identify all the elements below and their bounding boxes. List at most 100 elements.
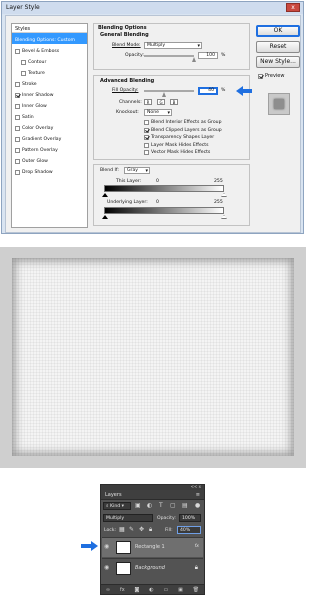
adjustment-filter-icon[interactable]: ◐: [147, 502, 152, 510]
style-item[interactable]: Color Overlay: [12, 121, 87, 132]
style-item[interactable]: Contour: [12, 55, 87, 66]
style-checkbox[interactable]: [15, 158, 20, 164]
lock-all-icon[interactable]: 🔒︎: [149, 526, 152, 534]
style-item-label: Blending Options: Custom: [15, 37, 75, 43]
channel-b-checkbox[interactable]: B: [170, 99, 178, 105]
style-item-label: Inner Glow: [22, 103, 47, 109]
style-item[interactable]: Inner Glow: [12, 99, 87, 110]
filter-kind-select[interactable]: ⌕ Kind ▾: [103, 502, 131, 510]
style-checkbox[interactable]: [15, 136, 20, 142]
panel-menu-icon[interactable]: ≡: [196, 492, 200, 498]
style-item[interactable]: Gradient Overlay: [12, 132, 87, 143]
link-layers-icon[interactable]: ∞: [106, 587, 110, 593]
add-style-fx-icon[interactable]: fx: [120, 587, 125, 593]
style-checkbox[interactable]: [21, 70, 26, 76]
layer-row-background[interactable]: ◉ Background 🔒︎: [102, 558, 203, 578]
style-item[interactable]: Inner Shadow: [12, 88, 87, 99]
close-button[interactable]: x: [286, 3, 300, 12]
style-item[interactable]: Bevel & Emboss: [12, 44, 87, 55]
shape-filter-icon[interactable]: ▢: [170, 502, 176, 510]
preview-label: Preview: [265, 73, 285, 79]
advanced-blending-title: Advanced Blending: [100, 78, 155, 84]
layer-name[interactable]: Background: [135, 565, 165, 571]
style-item[interactable]: Drop Shadow: [12, 165, 87, 176]
tab-layers[interactable]: Layers: [105, 492, 122, 498]
visibility-eye-icon[interactable]: ◉: [104, 564, 109, 571]
style-checkbox[interactable]: [21, 59, 26, 65]
advanced-option[interactable]: Transparency Shapes Layer: [144, 135, 214, 140]
style-checkbox[interactable]: [15, 125, 20, 131]
style-checkbox[interactable]: [15, 114, 20, 120]
opacity-slider[interactable]: [144, 55, 194, 57]
new-layer-icon[interactable]: ▣: [178, 587, 183, 593]
style-item[interactable]: Texture: [12, 66, 87, 77]
channel-g-checkbox[interactable]: G: [157, 99, 165, 105]
opacity-input[interactable]: 100: [198, 52, 218, 59]
layer-fill-input[interactable]: 40%: [177, 526, 201, 534]
advanced-option-checkbox[interactable]: [144, 120, 149, 125]
underlying-layer-high-handle[interactable]: [221, 215, 227, 219]
style-item-label: Texture: [28, 70, 45, 76]
lock-transparent-icon[interactable]: ▦: [119, 526, 125, 534]
style-item[interactable]: Pattern Overlay: [12, 143, 87, 154]
this-layer-high-handle[interactable]: [221, 193, 227, 197]
new-adjustment-icon[interactable]: ◐: [149, 587, 153, 593]
this-layer-low-handle[interactable]: [102, 193, 108, 197]
preview-checkbox[interactable]: [258, 73, 263, 79]
style-checkbox[interactable]: [15, 103, 20, 109]
image-filter-icon[interactable]: ▣: [135, 502, 141, 510]
advanced-option-checkbox[interactable]: [144, 135, 149, 140]
lock-position-icon[interactable]: ✥: [139, 526, 144, 534]
style-item[interactable]: Blending Options: Custom: [12, 33, 87, 44]
blend-if-select[interactable]: Gray: [124, 167, 150, 174]
delete-layer-trash-icon[interactable]: 🗑︎: [193, 587, 199, 593]
type-filter-icon[interactable]: T: [159, 502, 163, 510]
style-checkbox[interactable]: [15, 92, 20, 98]
style-item[interactable]: Stroke: [12, 77, 87, 88]
advanced-option[interactable]: Vector Mask Hides Effects: [144, 150, 210, 155]
knockout-select[interactable]: None: [144, 109, 172, 116]
visibility-eye-icon[interactable]: ◉: [104, 543, 109, 550]
layer-opacity-label: Opacity:: [157, 516, 176, 521]
fill-opacity-slider-thumb[interactable]: [162, 92, 166, 97]
blending-options-panel: Blending Options General Blending Blend …: [93, 23, 250, 70]
underlying-layer-low-handle[interactable]: [102, 215, 108, 219]
lock-image-icon[interactable]: ✎: [129, 526, 134, 534]
fill-opacity-input[interactable]: 40: [198, 87, 218, 95]
new-style-button[interactable]: New Style...: [256, 56, 300, 68]
blend-mode-select[interactable]: Multiply: [144, 42, 202, 49]
style-checkbox[interactable]: [15, 147, 20, 153]
fill-opacity-slider[interactable]: [144, 90, 194, 92]
advanced-option[interactable]: Blend Interior Effects as Group: [144, 120, 222, 125]
layer-opacity-input[interactable]: 100%: [179, 514, 201, 522]
style-checkbox[interactable]: [15, 169, 20, 175]
layer-effects-fx-icon[interactable]: fx: [195, 544, 199, 549]
style-checkbox[interactable]: [15, 48, 20, 54]
add-mask-icon[interactable]: ◙: [135, 587, 140, 593]
smart-object-filter-icon[interactable]: ▤: [182, 502, 188, 510]
advanced-option[interactable]: Blend Clipped Layers as Group: [144, 127, 222, 133]
advanced-option-checkbox[interactable]: [144, 142, 149, 148]
channel-r-checkbox[interactable]: R: [144, 99, 152, 105]
style-checkbox[interactable]: [15, 81, 20, 87]
preview-toggle[interactable]: Preview: [258, 73, 284, 79]
style-item[interactable]: Satin: [12, 110, 87, 121]
new-group-folder-icon[interactable]: ▭: [164, 587, 169, 593]
styles-header[interactable]: Styles: [12, 24, 87, 33]
underlying-layer-gradient-bar[interactable]: [104, 207, 224, 214]
advanced-option-checkbox[interactable]: [144, 150, 149, 155]
inner-shadow-rectangle[interactable]: [12, 258, 294, 456]
advanced-option-checkbox[interactable]: [144, 127, 149, 133]
layer-name[interactable]: Rectangle 1: [135, 544, 165, 550]
opacity-slider-thumb[interactable]: [192, 57, 196, 62]
advanced-option[interactable]: Layer Mask Hides Effects: [144, 142, 209, 148]
filter-toggle-icon[interactable]: ●: [195, 502, 200, 510]
style-item[interactable]: Outer Glow: [12, 154, 87, 165]
dialog-titlebar: Layer Style x: [2, 2, 303, 14]
general-blending-title: General Blending: [100, 32, 149, 38]
layer-blend-mode-select[interactable]: Multiply: [103, 514, 153, 522]
reset-button[interactable]: Reset: [256, 41, 300, 53]
this-layer-gradient-bar[interactable]: [104, 185, 224, 192]
ok-button[interactable]: OK: [256, 25, 300, 37]
layer-row-rectangle-1[interactable]: ◉ Rectangle 1 fx: [102, 537, 203, 557]
